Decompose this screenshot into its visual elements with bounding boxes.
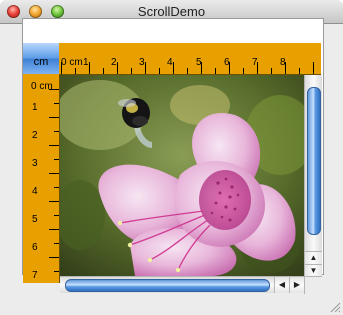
vertical-scrollbar[interactable]: ▲ ▼ bbox=[304, 75, 322, 277]
hruler-label-3: 3 bbox=[139, 57, 145, 68]
vertical-ruler: 0 cm 1 2 3 4 5 6 7 bbox=[23, 74, 60, 283]
hruler-label-1: 1 bbox=[83, 57, 89, 68]
hruler-tick bbox=[61, 62, 62, 74]
scroll-right-arrow[interactable]: ▶ bbox=[289, 277, 304, 293]
vruler-tick bbox=[49, 145, 59, 146]
vruler-tick bbox=[54, 271, 59, 272]
vruler-tick bbox=[49, 229, 59, 230]
hruler-tick bbox=[201, 62, 202, 74]
vruler-tick bbox=[54, 159, 59, 160]
hruler-tick bbox=[229, 62, 230, 74]
vruler-tick bbox=[49, 201, 59, 202]
hruler-label-0: 0 cm bbox=[61, 57, 83, 68]
hruler-tick bbox=[131, 68, 132, 74]
window-title: ScrollDemo bbox=[137, 4, 206, 19]
resize-grip-icon[interactable] bbox=[330, 302, 341, 313]
hruler-tick bbox=[117, 62, 118, 74]
hruler-tick bbox=[313, 62, 314, 74]
vruler-tick bbox=[49, 257, 59, 258]
vruler-label-7: 7 bbox=[32, 270, 38, 281]
unit-toggle-label: cm bbox=[33, 56, 49, 68]
image-viewport[interactable] bbox=[60, 75, 304, 276]
hruler-tick bbox=[103, 68, 104, 74]
vruler-tick bbox=[54, 187, 59, 188]
vruler-tick bbox=[49, 117, 59, 118]
scroll-corner bbox=[304, 276, 322, 294]
unit-toggle-button[interactable]: cm bbox=[23, 43, 60, 74]
hruler-label-2: 2 bbox=[111, 57, 117, 68]
flower-photo bbox=[60, 75, 304, 276]
hruler-tick bbox=[145, 62, 146, 74]
hruler-tick bbox=[89, 62, 90, 74]
hruler-tick bbox=[299, 68, 300, 74]
hruler-tick bbox=[75, 68, 76, 74]
vruler-tick bbox=[54, 131, 59, 132]
hruler-tick bbox=[187, 68, 188, 74]
vruler-label-3: 3 bbox=[32, 158, 38, 169]
horizontal-ruler: 0 cm 1 2 3 4 5 6 7 8 bbox=[59, 43, 321, 75]
hruler-tick bbox=[173, 62, 174, 74]
app-window: ScrollDemo cm 0 cm 1 2 3 4 5 6 7 8 0 cm … bbox=[0, 0, 343, 315]
vertical-scroll-thumb[interactable] bbox=[307, 87, 321, 235]
hruler-tick bbox=[257, 62, 258, 74]
hruler-tick bbox=[159, 68, 160, 74]
scroll-up-arrow[interactable]: ▲ bbox=[305, 251, 322, 264]
horizontal-scrollbar[interactable]: ◀ ▶ bbox=[60, 276, 304, 293]
vruler-label-2: 2 bbox=[32, 130, 38, 141]
horizontal-scroll-thumb[interactable] bbox=[65, 279, 270, 292]
hruler-tick bbox=[215, 68, 216, 74]
scroll-left-arrow[interactable]: ◀ bbox=[274, 277, 289, 293]
hruler-label-4: 4 bbox=[167, 57, 173, 68]
hruler-tick bbox=[243, 68, 244, 74]
vruler-label-4: 4 bbox=[32, 186, 38, 197]
vruler-tick bbox=[54, 215, 59, 216]
vruler-tick bbox=[54, 243, 59, 244]
vruler-label-5: 5 bbox=[32, 214, 38, 225]
hruler-tick bbox=[271, 68, 272, 74]
vruler-label-0: 0 cm bbox=[31, 81, 53, 92]
vruler-tick bbox=[54, 103, 59, 104]
vruler-label-6: 6 bbox=[32, 242, 38, 253]
vruler-tick bbox=[49, 173, 59, 174]
hruler-tick bbox=[285, 62, 286, 74]
vruler-tick bbox=[49, 89, 59, 90]
vruler-label-1: 1 bbox=[32, 102, 38, 113]
